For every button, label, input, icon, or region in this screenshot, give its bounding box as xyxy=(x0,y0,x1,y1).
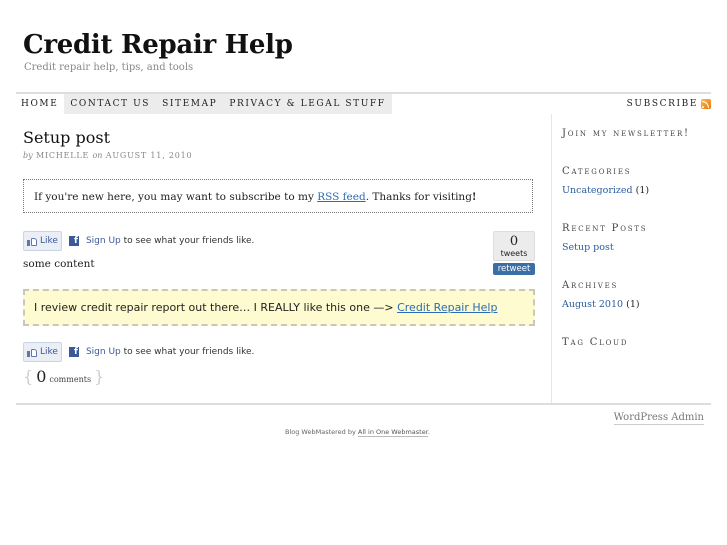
facebook-like-bar-bottom: Like f Sign Up to see what your friends … xyxy=(23,342,254,362)
credit-link[interactable]: All in One Webmaster xyxy=(357,428,428,437)
facebook-like-button[interactable]: Like xyxy=(23,231,62,251)
tweetmeme-widget: 0 tweets retweet xyxy=(493,231,535,275)
footer-divider xyxy=(16,403,711,405)
open-brace: { xyxy=(23,367,34,386)
nav-item-privacy-legal[interactable]: PRIVACY & LEGAL STUFF xyxy=(223,94,392,114)
subscribe-label: SUBSCRIBE xyxy=(626,99,698,109)
nav-item-contact-us[interactable]: CONTACT US xyxy=(64,94,157,114)
thumbs-up-icon xyxy=(27,236,38,246)
retweet-button[interactable]: retweet xyxy=(493,263,535,275)
facebook-icon: f xyxy=(68,347,79,357)
close-brace: } xyxy=(94,367,105,386)
tweet-count: 0 xyxy=(509,234,519,249)
thumbs-up-icon xyxy=(27,347,38,357)
facebook-signup-link[interactable]: Sign Up xyxy=(86,347,121,357)
like-label: Like xyxy=(40,347,58,357)
comment-label: comments xyxy=(49,375,92,384)
credit-suffix: . xyxy=(427,428,430,436)
tag-cloud-title: Tag Cloud xyxy=(562,337,629,348)
tweet-count-label: tweets xyxy=(500,249,528,258)
main-navigation: HOME CONTACT US SITEMAP PRIVACY & LEGAL … xyxy=(16,92,711,116)
archive-item[interactable]: August 2010 (1) xyxy=(562,299,640,310)
facebook-signup-link[interactable]: Sign Up xyxy=(86,236,121,246)
comments-link[interactable]: { 0 comments } xyxy=(23,367,104,386)
post-title[interactable]: Setup post xyxy=(23,128,110,147)
facebook-icon: f xyxy=(68,236,79,246)
footer-credit: Blog WebMastered by All in One Webmaster… xyxy=(285,428,430,437)
categories-title: Categories xyxy=(562,166,632,177)
meta-on: on xyxy=(92,151,103,160)
subscribe-link[interactable]: SUBSCRIBE xyxy=(627,94,711,114)
facebook-like-button[interactable]: Like xyxy=(23,342,62,362)
subscribe-notice: If you're new here, you may want to subs… xyxy=(23,179,533,213)
notice-text: If you're new here, you may want to subs… xyxy=(34,191,318,203)
nav-item-sitemap[interactable]: SITEMAP xyxy=(156,94,224,114)
facebook-signup-text: to see what your friends like. xyxy=(123,347,255,357)
post-date: AUGUST 11, 2010 xyxy=(105,151,193,160)
post-meta: by MICHELLE on AUGUST 11, 2010 xyxy=(23,151,192,160)
newsletter-title: Join my newsletter! xyxy=(562,128,690,139)
nav-item-home[interactable]: HOME xyxy=(16,94,65,114)
recent-posts-title: Recent Posts xyxy=(562,223,648,234)
meta-by: by xyxy=(23,151,33,160)
site-title[interactable]: Credit Repair Help xyxy=(23,30,293,60)
archives-title: Archives xyxy=(562,280,619,291)
tweet-count-box[interactable]: 0 tweets xyxy=(493,231,535,261)
archive-count: (1) xyxy=(626,299,640,310)
facebook-like-bar: Like f Sign Up to see what your friends … xyxy=(23,231,254,251)
promo-text: I review credit repair report out there…… xyxy=(34,301,398,314)
category-item[interactable]: Uncategorized (1) xyxy=(562,185,649,196)
archive-link[interactable]: August 2010 xyxy=(562,299,623,310)
notice-bang: ! xyxy=(471,191,477,203)
promo-link[interactable]: Credit Repair Help xyxy=(397,301,497,314)
like-label: Like xyxy=(40,236,58,246)
promo-box: I review credit repair report out there…… xyxy=(23,289,535,326)
site-tagline: Credit repair help, tips, and tools xyxy=(24,62,194,73)
facebook-signup-text: to see what your friends like. xyxy=(123,236,255,246)
category-count: (1) xyxy=(635,185,650,196)
recent-post-link[interactable]: Setup post xyxy=(562,242,614,253)
wordpress-admin-link[interactable]: WordPress Admin xyxy=(613,412,704,425)
comment-count: 0 xyxy=(36,367,47,386)
rss-feed-link[interactable]: RSS feed xyxy=(317,191,365,203)
credit-prefix: Blog WebMastered by xyxy=(285,428,358,436)
post-author: MICHELLE xyxy=(35,151,90,160)
post-content: some content xyxy=(23,258,95,270)
notice-thanks: . Thanks for visiting xyxy=(365,191,472,203)
rss-icon xyxy=(701,99,711,109)
category-link[interactable]: Uncategorized xyxy=(562,185,633,196)
sidebar: Join my newsletter! Categories Uncategor… xyxy=(551,114,712,403)
